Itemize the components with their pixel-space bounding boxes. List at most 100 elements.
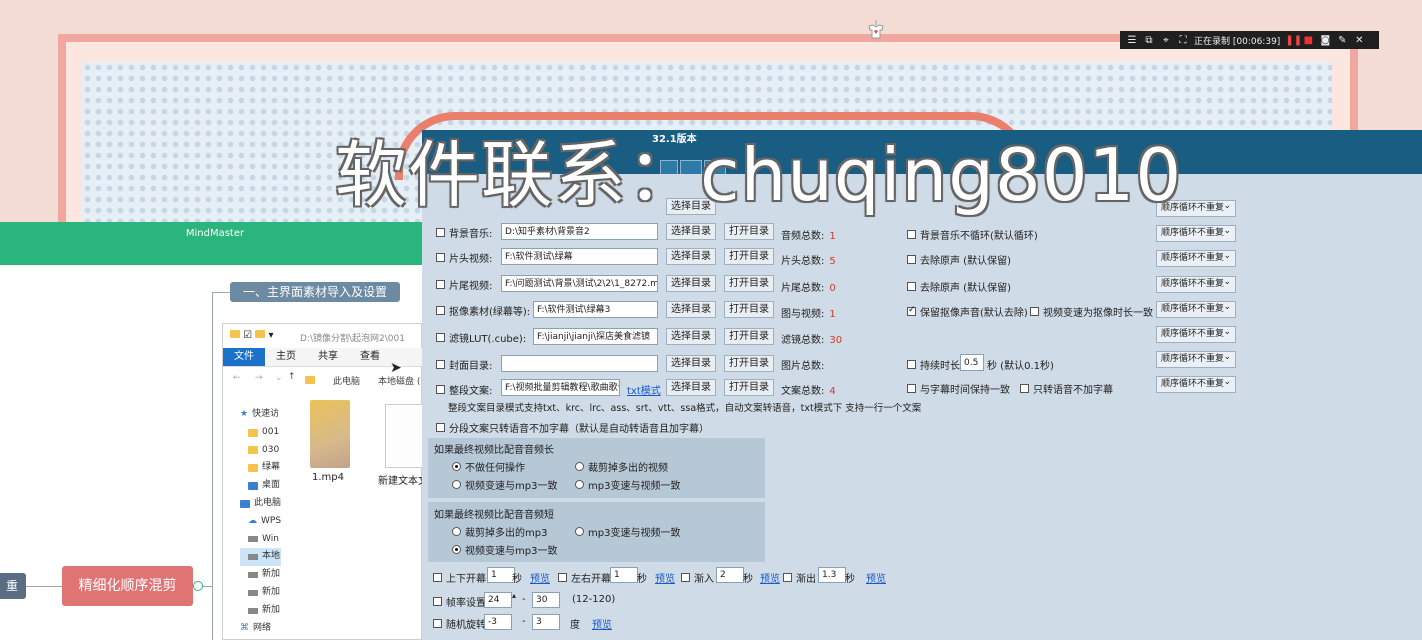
radio-button[interactable] [575,527,584,536]
window-icon[interactable]: ⧉ [1143,35,1155,46]
radio-trim-mp3[interactable]: 裁剪掉多出的mp3 [452,524,547,539]
pen-icon[interactable]: ✎ [1336,35,1348,46]
ribbon-tab-share[interactable]: 共享 [307,348,349,366]
outro-path-input[interactable]: F:\问题测试\背景\测试\2\2\1_8272.mp4 [501,275,658,292]
open-horizontal-input[interactable]: 1 [610,567,638,583]
speed-match-option[interactable]: 视频变速为抠像时长一致 [1030,304,1153,319]
tree-item-this-pc[interactable]: 此电脑 [240,495,281,513]
outro-mute-checkbox[interactable] [907,282,916,291]
pause-icon[interactable]: ❚❚ [1285,35,1302,46]
radio-button[interactable] [452,462,461,471]
preview-link[interactable]: 预览 [655,570,675,585]
spin-arrows-icon[interactable]: ▴ [512,591,516,600]
open-vertical-option[interactable]: 上下开幕 [433,570,486,585]
fullscreen-icon[interactable]: ⛶ [1177,35,1189,46]
radio-button[interactable] [452,480,461,489]
preview-link[interactable]: 预览 [530,570,550,585]
browse-button[interactable]: 选择目录 [666,248,716,265]
radio-video-speed[interactable]: 视频变速与mp3一致 [452,542,557,557]
keying-checkbox[interactable] [436,305,445,315]
preview-link[interactable]: 预览 [866,570,886,585]
lut-path-input[interactable]: F:\jianji\jianji\探店美食滤镜 [533,328,658,345]
cover-duration-checkbox[interactable] [907,360,916,369]
cover-duration-input[interactable]: 0.5 [960,354,984,371]
cover-path-input[interactable] [501,355,658,372]
mindmap-node-left[interactable]: 重 [0,573,26,599]
tree-item[interactable]: 桌面 [240,477,281,495]
fps-max-input[interactable]: 30 [532,592,560,608]
tree-item[interactable]: 新加 [240,584,281,602]
preview-link[interactable]: 预览 [760,570,780,585]
browse-button[interactable]: 选择目录 [666,328,716,345]
order-select[interactable]: 顺序循环不重复 [1156,375,1236,393]
forward-icon[interactable]: → [255,373,263,383]
fade-in-option[interactable]: 渐入 [681,570,714,585]
camera-icon[interactable]: ◙ [1319,35,1331,46]
cover-checkbox[interactable] [436,359,445,369]
fps-option[interactable]: 帧率设置 [433,594,486,609]
split-script-checkbox[interactable] [436,423,445,432]
radio-button[interactable] [575,462,584,471]
open-folder-button[interactable]: 打开目录 [724,275,774,292]
fade-out-option[interactable]: 渐出 [783,570,816,585]
bgm-checkbox[interactable] [436,227,445,237]
tree-item[interactable]: 新加 [240,602,281,620]
up-icon[interactable]: ↑ [288,372,296,382]
text-file-icon[interactable] [385,404,427,468]
radio-video-speed[interactable]: 视频变速与mp3一致 [452,477,557,492]
open-folder-button[interactable]: 打开目录 [724,328,774,345]
tree-item-quick-access[interactable]: ★ 快速访 [240,406,281,424]
intro-mute-option[interactable]: 去除原声 (默认保留) [907,252,1011,267]
ribbon-tab-home[interactable]: 主页 [265,348,307,366]
bgm-loop-checkbox[interactable] [907,230,916,239]
intro-checkbox[interactable] [436,252,445,262]
checkbox[interactable] [783,573,792,582]
browse-button[interactable]: 选择目录 [666,223,716,240]
radio-mp3-speed[interactable]: mp3变速与视频一致 [575,524,680,539]
open-folder-button[interactable]: 打开目录 [724,355,774,372]
checkbox[interactable] [433,597,442,606]
rotate-min-input[interactable]: -3 [484,614,512,630]
keep-keying-audio-checkbox[interactable] [907,305,916,316]
open-folder-button[interactable]: 打开目录 [724,379,774,396]
video-thumbnail[interactable] [310,400,350,468]
speed-match-checkbox[interactable] [1030,307,1039,316]
radio-mp3-speed[interactable]: mp3变速与视频一致 [575,477,680,492]
tree-item[interactable]: 绿幕 [240,459,281,477]
order-select[interactable]: 顺序循环不重复 [1156,325,1236,343]
rotate-option[interactable]: 随机旋转 [433,616,486,631]
radio-button[interactable] [452,527,461,536]
subtitle-sync-checkbox[interactable] [907,384,916,393]
browse-button[interactable]: 选择目录 [666,355,716,372]
intro-mute-checkbox[interactable] [907,255,916,264]
tree-item[interactable]: 本地 [240,548,282,567]
keying-path-input[interactable]: F:\软件测试\绿幕3 [533,301,658,318]
open-horizontal-option[interactable]: 左右开幕 [558,570,611,585]
tree-item[interactable]: 030 [240,442,281,460]
fade-out-input[interactable]: 1.3 [818,567,846,583]
tree-item[interactable]: ☁ WPS [240,513,281,531]
tree-item[interactable]: 001 [240,424,281,442]
tree-item-network[interactable]: ⌘ 网络 [240,620,281,638]
bgm-loop-option[interactable]: 背景音乐不循环(默认循环) [907,227,1038,242]
checkbox[interactable] [558,573,567,582]
outro-checkbox[interactable] [436,279,445,289]
browse-button[interactable]: 选择目录 [666,275,716,292]
dropdown-icon[interactable]: ⌄ [275,373,283,383]
checkbox[interactable] [681,573,690,582]
order-select[interactable]: 顺序循环不重复 [1156,350,1236,368]
order-select[interactable]: 顺序循环不重复 [1156,224,1236,242]
ribbon-tab-view[interactable]: 查看 [349,348,391,366]
subtitle-sync-option[interactable]: 与字幕时间保持一致 [907,381,1010,396]
menu-icon[interactable]: ☰ [1126,35,1138,46]
radio-trim-video[interactable]: 裁剪掉多出的视频 [575,459,668,474]
intro-path-input[interactable]: F:\软件测试\绿幕 [501,248,658,265]
open-vertical-input[interactable]: 1 [487,567,515,583]
fps-min-input[interactable]: 24 [484,592,512,608]
open-folder-button[interactable]: 打开目录 [724,301,774,318]
region-icon[interactable]: ⌖ [1160,35,1172,46]
browse-button[interactable]: 选择目录 [666,301,716,318]
file-label[interactable]: 1.mp4 [312,472,344,483]
mindmap-node-top[interactable]: 一、主界面素材导入及设置 [230,282,400,302]
radio-no-op[interactable]: 不做任何操作 [452,459,525,474]
